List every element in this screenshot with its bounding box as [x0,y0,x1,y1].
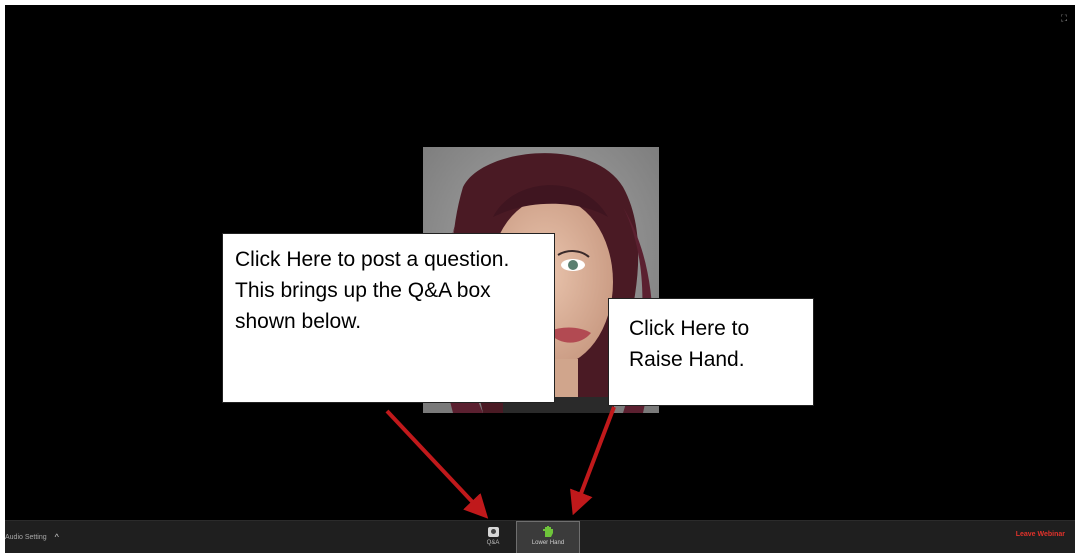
audio-setting-label: Audio Setting [5,533,47,541]
chevron-up-icon[interactable]: ^ [55,532,59,542]
lower-hand-button[interactable]: Lower Hand [516,521,580,553]
qa-label: Q&A [486,540,500,546]
hand-icon [543,526,553,537]
lower-hand-label: Lower Hand [531,540,565,546]
qa-icon [487,527,499,537]
qa-instruction-callout: Click Here to post a question. This brin… [222,233,555,403]
fullscreen-icon[interactable]: ⛶ [1059,13,1069,23]
qa-button[interactable]: Q&A [479,524,507,552]
screenshot-canvas: ⛶ Audio Setting ^ Q&A Lower Hand Leave W… [0,0,1077,553]
meeting-toolbar: Audio Setting ^ Q&A Lower Hand Leave Web… [5,520,1075,553]
audio-setting-button[interactable]: Audio Setting ^ [5,529,59,545]
leave-webinar-button[interactable]: Leave Webinar [1016,531,1065,538]
raise-hand-instruction-callout: Click Here to Raise Hand. [608,298,814,406]
